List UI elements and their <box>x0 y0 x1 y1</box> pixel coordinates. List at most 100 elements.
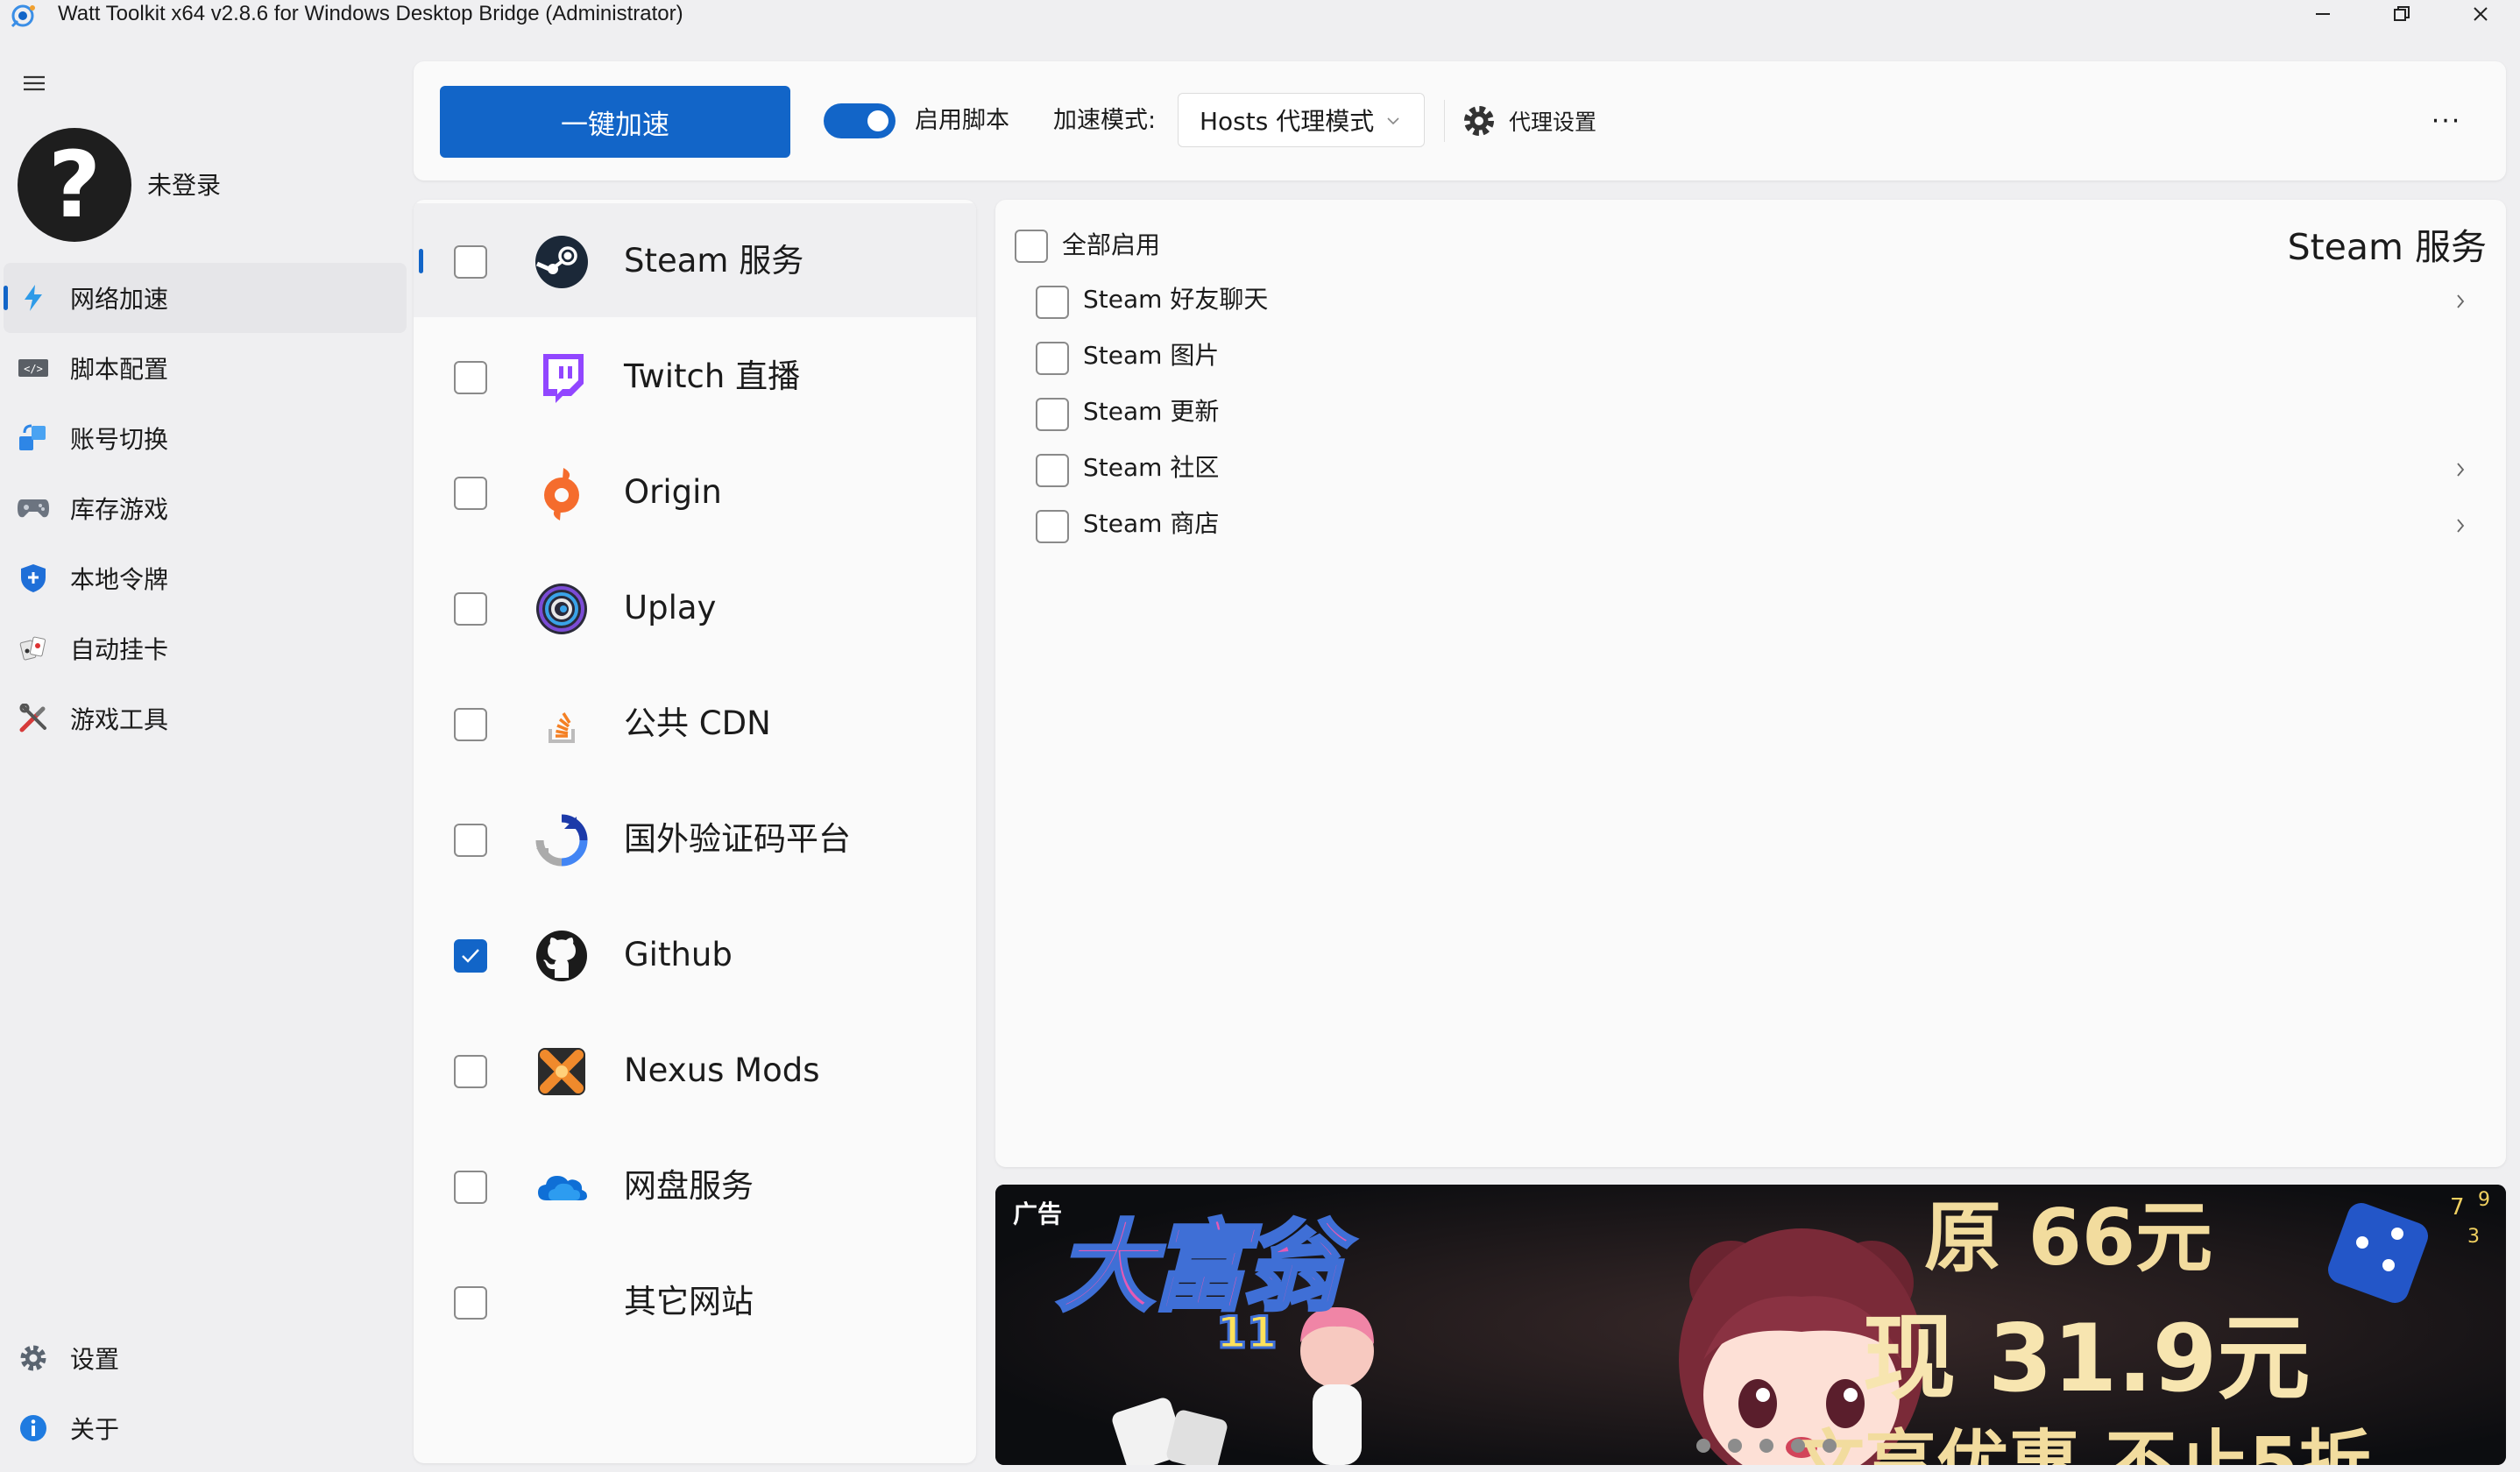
sub-service-label: Steam 商店 <box>1083 509 1220 538</box>
more-options-button[interactable]: ··· <box>2422 103 2471 138</box>
sidebar-item-label: 脚本配置 <box>70 355 169 384</box>
sidebar-item-auto-idle[interactable]: 自动挂卡 <box>4 613 407 683</box>
window-title: Watt Toolkit x64 v2.8.6 for Windows Desk… <box>58 2 683 25</box>
service-label: Steam 服务 <box>624 242 804 280</box>
uplay-icon <box>536 584 587 634</box>
hamburger-icon <box>24 75 45 91</box>
sub-service-label: Steam 社区 <box>1083 453 1220 482</box>
steam-icon <box>535 236 588 288</box>
carousel-dot[interactable] <box>1696 1439 1710 1453</box>
minimize-button[interactable] <box>2283 0 2362 28</box>
service-checkbox[interactable] <box>454 939 487 973</box>
restore-icon <box>2394 6 2410 21</box>
sidebar-bottom-nav: 设置 关于 <box>0 1323 407 1463</box>
nexus-mods-icon <box>538 1048 585 1095</box>
svg-text:</>: </> <box>24 363 43 375</box>
enable-all-checkbox[interactable] <box>1015 230 1048 263</box>
service-checkbox[interactable] <box>454 708 487 741</box>
sidebar-item-account-switch[interactable]: 账号切换 <box>4 403 407 473</box>
service-checkbox[interactable] <box>454 824 487 857</box>
sidebar-item-network-accelerate[interactable]: 网络加速 <box>4 263 407 333</box>
service-checkbox[interactable] <box>454 1171 487 1204</box>
service-item-origin[interactable]: Origin <box>414 435 976 548</box>
accelerate-mode-label: 加速模式: <box>1053 107 1157 134</box>
service-item-nexus-mods[interactable]: Nexus Mods <box>414 1013 976 1127</box>
origin-icon <box>544 468 579 520</box>
accelerate-mode-select[interactable]: Hosts 代理模式 <box>1178 93 1425 147</box>
service-item-public-cdn[interactable]: 公共 CDN <box>414 666 976 780</box>
service-label: 公共 CDN <box>624 704 771 742</box>
carousel-dot[interactable] <box>1759 1439 1773 1453</box>
service-checkbox[interactable] <box>454 361 487 394</box>
ad-label: 广告 <box>1013 1200 1063 1228</box>
watt-toolkit-logo-icon <box>11 4 35 28</box>
svg-text:3: 3 <box>2467 1226 2480 1248</box>
carousel-dot[interactable] <box>1823 1439 1837 1453</box>
sidebar-item-game-library[interactable]: 库存游戏 <box>4 473 407 543</box>
enable-script-toggle[interactable] <box>824 103 895 138</box>
service-item-cloud-storage[interactable]: 网盘服务 <box>414 1129 976 1242</box>
one-click-accelerate-button[interactable]: 一键加速 <box>440 86 790 158</box>
service-checkbox[interactable] <box>454 477 487 510</box>
sidebar-nav: 网络加速 </> 脚本配置 账号切换 库存游戏 本地令牌 自动挂卡 游戏工具 <box>0 263 407 754</box>
sub-service-checkbox[interactable] <box>1036 398 1069 431</box>
toggle-knob <box>867 110 888 131</box>
sub-service-checkbox[interactable] <box>1036 510 1069 543</box>
sidebar-item-label: 库存游戏 <box>70 495 169 524</box>
service-label: Twitch 直播 <box>624 357 801 395</box>
chevron-down-icon <box>1387 117 1399 125</box>
menu-toggle-button[interactable] <box>21 70 47 96</box>
sub-service-label: Steam 图片 <box>1083 341 1220 370</box>
enable-script-label: 启用脚本 <box>915 107 1009 134</box>
service-item-foreign-captcha[interactable]: 国外验证码平台 <box>414 782 976 895</box>
chevron-right-icon[interactable] <box>2450 291 2471 312</box>
carousel-dot[interactable] <box>1728 1439 1742 1453</box>
service-checkbox[interactable] <box>454 1286 487 1320</box>
cards-icon <box>16 631 51 666</box>
lightning-icon <box>16 280 51 315</box>
chevron-right-icon[interactable] <box>2450 515 2471 536</box>
service-item-other-sites[interactable]: 其它网站 <box>414 1244 976 1358</box>
sidebar-item-game-tools[interactable]: 游戏工具 <box>4 683 407 754</box>
svg-text:7: 7 <box>2450 1194 2465 1221</box>
detail-title: Steam 服务 <box>2287 226 2487 268</box>
service-label: Github <box>624 936 733 973</box>
ad-current-price: 现 31.9元 <box>1863 1305 2311 1412</box>
sidebar-item-label: 账号切换 <box>70 425 169 454</box>
info-icon <box>16 1411 51 1446</box>
carousel-dot[interactable] <box>1791 1439 1805 1453</box>
proxy-settings-button[interactable]: 代理设置 <box>1462 98 1596 144</box>
user-name[interactable]: 未登录 <box>147 172 221 200</box>
accelerate-toolbar: 一键加速 启用脚本 加速模式: Hosts 代理模式 代理设置 ··· <box>414 61 2506 180</box>
sidebar-item-script-config[interactable]: </> 脚本配置 <box>4 333 407 403</box>
sub-service-checkbox[interactable] <box>1036 286 1069 319</box>
ad-carousel-indicators <box>1696 1439 1854 1453</box>
service-item-uplay[interactable]: Uplay <box>414 550 976 664</box>
twitch-icon <box>543 354 584 403</box>
sidebar-item-local-token[interactable]: 本地令牌 <box>4 543 407 613</box>
service-item-github[interactable]: Github <box>414 897 976 1011</box>
enable-all-label: 全部启用 <box>1062 230 1161 259</box>
chevron-right-icon[interactable] <box>2450 459 2471 480</box>
sidebar-item-settings[interactable]: 设置 <box>4 1323 407 1393</box>
gamepad-icon <box>16 491 51 526</box>
avatar[interactable]: ? <box>18 128 131 242</box>
sub-service-checkbox[interactable] <box>1036 454 1069 487</box>
sidebar-item-label: 设置 <box>70 1345 120 1374</box>
service-item-twitch[interactable]: Twitch 直播 <box>414 319 976 433</box>
service-checkbox[interactable] <box>454 245 487 279</box>
accelerate-mode-value: Hosts 代理模式 <box>1200 107 1375 136</box>
service-checkbox[interactable] <box>454 1055 487 1088</box>
cdn-icon <box>549 712 575 743</box>
sub-service-checkbox[interactable] <box>1036 342 1069 375</box>
service-item-steam[interactable]: Steam 服务 <box>414 203 976 317</box>
close-button[interactable] <box>2441 0 2520 28</box>
github-icon <box>536 931 587 981</box>
restore-button[interactable] <box>2362 0 2441 28</box>
service-checkbox[interactable] <box>454 592 487 626</box>
sidebar-item-about[interactable]: 关于 <box>4 1393 407 1463</box>
sidebar-item-label: 关于 <box>70 1415 120 1444</box>
sidebar-item-label: 本地令牌 <box>70 565 169 594</box>
ad-original-price: 原 66元 <box>1924 1192 2213 1283</box>
ad-banner[interactable]: 7 9 3 广告 大富翁 11 原 66元 现 31.9元 文享优惠 不止5折 <box>995 1185 2506 1465</box>
